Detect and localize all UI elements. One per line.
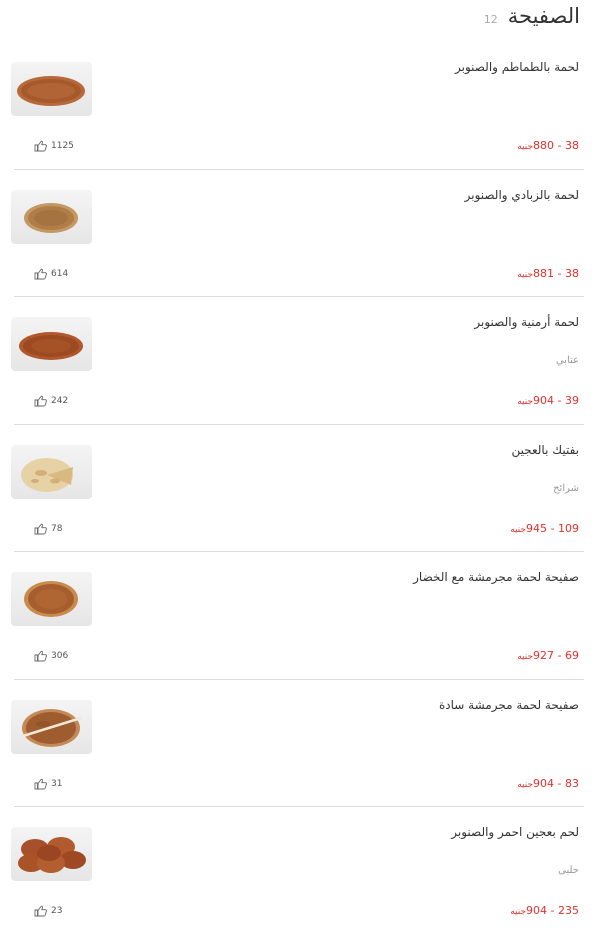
menu-item[interactable]: صفيحة لحمة مجرمشة سادة 83 - 904جنيه 31 [11, 680, 584, 807]
price-currency: جنيه [510, 907, 527, 917]
menu-item-description: عتابي [555, 355, 579, 366]
category-title: الصفيحة [507, 4, 580, 28]
thumbs-up-icon [34, 650, 47, 662]
price-range: 69 - 927 [533, 649, 579, 662]
price-currency: جنيه [510, 524, 527, 535]
menu-category-page: الصفيحة 12 لحمة بالطماطم والصنوبر 38 - 8… [0, 0, 598, 931]
oval-flatbread-dark-image [19, 332, 83, 360]
menu-item-image[interactable] [11, 572, 92, 626]
likes-counter[interactable]: 78 [34, 523, 62, 535]
menu-item-description: حلبى [558, 865, 579, 876]
likes-counter[interactable]: 242 [34, 395, 68, 407]
thumbs-up-icon [34, 140, 47, 152]
price-range: 109 - 945 [526, 521, 579, 535]
likes-count: 242 [51, 396, 69, 406]
likes-count: 306 [51, 651, 69, 661]
likes-count: 23 [51, 906, 63, 916]
menu-item[interactable]: صفيحة لحمة مجرمشة مع الخضار 69 - 927جنيه… [11, 552, 584, 680]
price-range: 38 - 881 [533, 266, 579, 280]
menu-item-price: 235 - 904جنيه [510, 904, 579, 917]
menu-item-price: 38 - 880جنيه [517, 139, 579, 152]
thumbs-up-icon [34, 268, 47, 279]
menu-item-price: 38 - 881جنيه [517, 267, 579, 280]
menu-item-image[interactable] [11, 827, 92, 881]
likes-counter[interactable]: 614 [34, 268, 68, 280]
menu-item-name: لحمة أرمنية والصنوبر [474, 315, 579, 329]
menu-item-image[interactable] [11, 444, 92, 499]
menu-item-name: صفيحة لحمة مجرمشة مع الخضار [413, 570, 579, 584]
menu-item-price: 39 - 904جنيه [517, 394, 579, 407]
menu-item-price: 109 - 945جنيه [510, 522, 579, 535]
menu-item-name: لحمة بالطماطم والصنوبر [454, 60, 579, 74]
likes-count: 31 [51, 778, 63, 789]
menu-item-image[interactable] [11, 189, 92, 244]
sliced-flatbread-image [22, 708, 82, 747]
thumbs-up-icon [34, 778, 47, 789]
cut-flatbread-image [21, 457, 73, 492]
stacked-flatbreads-image [18, 837, 86, 873]
likes-counter[interactable]: 23 [34, 905, 62, 917]
likes-counter[interactable]: 1125 [34, 140, 74, 152]
menu-item-image[interactable] [11, 699, 92, 754]
menu-item-name: صفيحة لحمة مجرمشة سادة [439, 697, 579, 712]
category-item-count: 12 [483, 13, 498, 26]
price-range: 235 - 904 [526, 904, 579, 917]
oval-flatbread-image [17, 76, 85, 106]
menu-item-image[interactable] [11, 317, 92, 371]
menu-item-price: 69 - 927جنيه [517, 649, 579, 662]
price-currency: جنيه [517, 652, 534, 662]
menu-item[interactable]: لحمة بالزبادي والصنوبر 38 - 881جنيه 614 [11, 170, 584, 297]
category-header: الصفيحة 12 [484, 4, 580, 28]
thumbs-up-icon [34, 905, 47, 917]
price-currency: جنيه [517, 779, 534, 790]
menu-item-list: لحمة بالطماطم والصنوبر 38 - 880جنيه 1125… [11, 42, 584, 931]
likes-counter[interactable]: 31 [34, 778, 62, 790]
likes-count: 1125 [51, 141, 74, 151]
menu-item[interactable]: لحمة أرمنية والصنوبر عتابي 39 - 904جنيه … [11, 297, 584, 425]
price-currency: جنيه [517, 142, 534, 152]
likes-count: 78 [51, 523, 63, 534]
menu-item-name: لحم بعجين احمر والصنوبر [451, 825, 579, 839]
round-flatbread-image [24, 581, 78, 617]
likes-count: 614 [51, 268, 69, 279]
price-range: 38 - 880 [533, 139, 579, 152]
menu-item-description: شرائح [553, 482, 579, 494]
menu-item-price: 83 - 904جنيه [517, 777, 579, 790]
menu-item-image[interactable] [11, 62, 92, 116]
thumbs-up-icon [34, 395, 47, 407]
price-currency: جنيه [517, 397, 534, 407]
menu-item-name: لحمة بالزبادي والصنوبر [464, 187, 579, 202]
thumbs-up-icon [34, 523, 47, 534]
oval-flatbread-light-image [24, 202, 78, 233]
menu-item-name: بفتيك بالعجين [511, 442, 579, 457]
price-range: 39 - 904 [533, 394, 579, 407]
price-range: 83 - 904 [533, 776, 579, 790]
menu-item[interactable]: بفتيك بالعجين شرائح 109 - 945جنيه 78 [11, 425, 584, 552]
menu-item[interactable]: لحمة بالطماطم والصنوبر 38 - 880جنيه 1125 [11, 42, 584, 170]
menu-item[interactable]: لحم بعجين احمر والصنوبر حلبى 235 - 904جن… [11, 807, 584, 931]
likes-counter[interactable]: 306 [34, 650, 68, 662]
price-currency: جنيه [517, 269, 534, 280]
